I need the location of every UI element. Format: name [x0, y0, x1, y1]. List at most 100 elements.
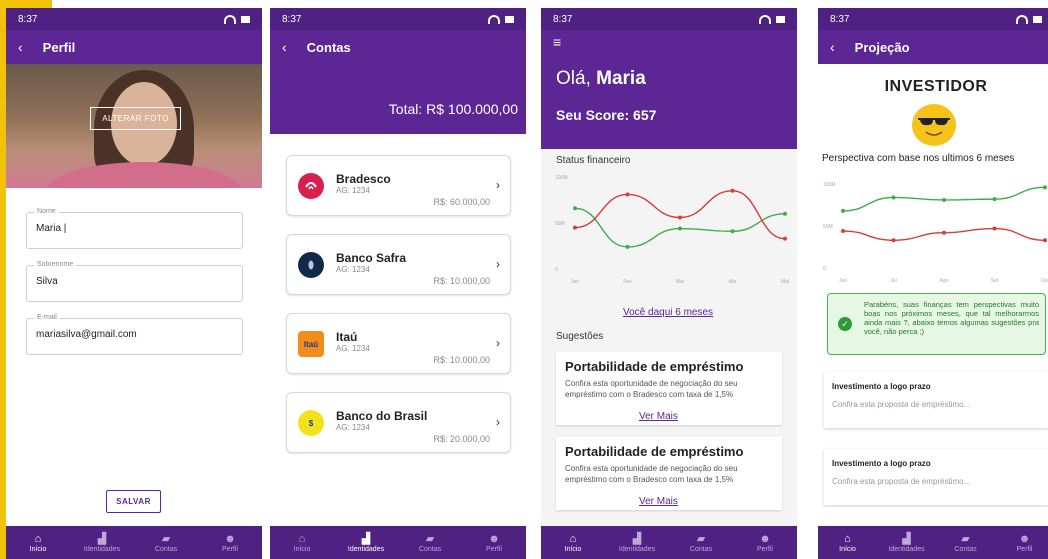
x-tick-label: Out: [1041, 278, 1048, 284]
bank-balance: R$: 10.000,00: [433, 276, 490, 286]
x-tick-label: Jul: [890, 278, 896, 284]
nav-accounts[interactable]: ▰ Contas: [936, 533, 995, 553]
book-icon: ▰: [161, 532, 171, 545]
bank-card-bradesco[interactable]: Bradesco AG: 1234 R$: 60.000,00 ›: [286, 155, 511, 216]
building-icon: ▟: [902, 532, 911, 545]
name-label: Nome: [34, 208, 59, 215]
nav-identities[interactable]: ▟ Identidades: [334, 533, 398, 553]
nav-accounts[interactable]: ▰ Contas: [134, 533, 198, 553]
name-field[interactable]: Nome Maria |: [26, 208, 243, 249]
y-tick-label: 100M: [555, 175, 568, 181]
email-field[interactable]: E-mail mariasilva@gmail.com: [26, 314, 243, 355]
data-point: [1043, 238, 1047, 243]
see-more-link[interactable]: Ver Mais: [639, 411, 678, 422]
home-icon: ⌂: [34, 532, 42, 545]
app-bar: ‹ Projeção: [818, 30, 1048, 64]
nav-home[interactable]: ⌂ Início: [270, 533, 334, 553]
home-screen: 8:37 ≡ Olá, Maria Seu Score: 657 Status …: [541, 8, 797, 559]
back-arrow-icon[interactable]: ‹: [282, 39, 287, 55]
nav-identities[interactable]: ▟ Identidades: [70, 533, 134, 553]
x-tick-label: Jun: [839, 278, 847, 284]
bank-card-itau[interactable]: Itaú Itaú AG: 1234 R$: 10.000,00 ›: [286, 313, 511, 374]
chevron-right-icon: ›: [496, 415, 500, 429]
back-arrow-icon[interactable]: ‹: [18, 39, 23, 55]
chevron-right-icon: ›: [496, 336, 500, 350]
bottom-nav: ⌂ Início ▟ Identidades ▰ Contas ☻ Perfil: [270, 526, 526, 559]
investment-text: Confira esta proposta de empréstimo...: [832, 477, 971, 486]
wifi-icon: [759, 14, 771, 24]
bank-agency: AG: 1234: [336, 344, 370, 353]
nav-home[interactable]: ⌂ Início: [541, 533, 605, 553]
nav-home[interactable]: ⌂ Início: [6, 533, 70, 553]
nav-identities-label: Identidades: [888, 545, 925, 553]
bank-name: Banco Safra: [336, 251, 407, 265]
save-button[interactable]: SALVAR: [106, 490, 161, 513]
suggestions-title: Sugestões: [556, 331, 604, 342]
status-bar: 8:37: [541, 8, 797, 30]
back-arrow-icon[interactable]: ‹: [830, 39, 835, 55]
building-icon: ▟: [632, 532, 642, 545]
x-tick-label: Abr: [729, 279, 737, 285]
nav-profile-label: Perfil: [222, 545, 238, 553]
y-tick-label: 0: [823, 266, 826, 272]
nav-accounts-label: Contas: [418, 545, 442, 553]
suggestion-text: Confira esta oportunidade de negociação …: [565, 379, 738, 399]
nav-profile-label: Perfil: [757, 545, 773, 553]
nav-home[interactable]: ⌂ Início: [818, 533, 877, 553]
investment-card[interactable]: Investimento a logo prazo Confira esta p…: [824, 372, 1048, 428]
user-icon: ☻: [759, 532, 771, 545]
data-point: [992, 226, 997, 231]
email-label: E-mail: [34, 314, 60, 321]
bottom-nav: ⌂ Início ▟ Identidades ▰ Contas ☻ Perfil: [6, 526, 262, 559]
book-icon: ▰: [425, 532, 435, 545]
bank-agency: AG: 1234: [336, 186, 370, 195]
wifi-icon: [488, 14, 500, 24]
x-tick-label: Mar: [676, 279, 685, 285]
nav-identities[interactable]: ▟ Identidades: [605, 533, 669, 553]
nav-profile-label: Perfil: [486, 545, 502, 553]
home-body: Status financeiro 0 50M 100M Jan Fev Mar Abr Ma…: [541, 149, 797, 559]
data-point: [573, 225, 577, 230]
nav-profile[interactable]: ☻ Perfil: [733, 533, 797, 553]
bank-card-bb[interactable]: $ Banco do Brasil AG: 1234 R$: 20.000,00…: [286, 392, 511, 453]
home-icon: ⌂: [844, 532, 851, 545]
nav-profile[interactable]: ☻ Perfil: [462, 533, 526, 553]
suggestion-card[interactable]: Portabilidade de empréstimo Confira esta…: [556, 352, 782, 425]
suggestion-title: Portabilidade de empréstimo: [565, 359, 744, 374]
status-time: 8:37: [553, 13, 573, 25]
itau-logo-icon: Itaú: [298, 331, 324, 357]
projection-chart: 0 50M 100M Jun Jul Ago Set Out: [823, 182, 1048, 284]
investment-title: Investimento a logo prazo: [832, 382, 931, 391]
menu-icon[interactable]: ≡: [553, 34, 561, 50]
status-time: 8:37: [830, 13, 850, 25]
suggestion-card[interactable]: Portabilidade de empréstimo Confira esta…: [556, 437, 782, 510]
bank-card-safra[interactable]: Banco Safra AG: 1234 R$: 10.000,00 ›: [286, 234, 511, 295]
chevron-right-icon: ›: [496, 178, 500, 192]
data-point: [625, 244, 630, 249]
nav-profile[interactable]: ☻ Perfil: [198, 533, 262, 553]
bank-name: Bradesco: [336, 172, 391, 186]
sunglasses-emoji-icon: [912, 104, 956, 146]
suggestion-title: Portabilidade de empréstimo: [565, 444, 744, 459]
investment-card[interactable]: Investimento a logo prazo Confira esta p…: [824, 449, 1048, 505]
surname-label: Sobrenome: [34, 261, 77, 268]
surname-field[interactable]: Sobrenome Silva: [26, 261, 243, 302]
nav-profile[interactable]: ☻ Perfil: [995, 533, 1048, 553]
bradesco-logo-icon: [298, 173, 324, 199]
nav-home-label: Início: [839, 545, 856, 553]
status-chart: 0 50M 100M Jan Fev Mar Abr Mai: [555, 175, 789, 285]
change-photo-button[interactable]: ALTERAR FOTO: [90, 107, 181, 130]
see-more-link[interactable]: Ver Mais: [639, 496, 678, 507]
nav-accounts[interactable]: ▰ Contas: [669, 533, 733, 553]
y-tick-label: 50M: [823, 224, 833, 230]
data-point: [730, 229, 735, 234]
user-icon: ☻: [1018, 532, 1031, 545]
surname-value: Silva: [36, 276, 58, 287]
status-bar: 8:37: [270, 8, 526, 30]
battery-icon: [505, 15, 514, 23]
nav-identities[interactable]: ▟ Identidades: [877, 533, 936, 553]
nav-accounts[interactable]: ▰ Contas: [398, 533, 462, 553]
data-point: [573, 206, 577, 211]
investment-text: Confira esta proposta de empréstimo...: [832, 400, 971, 409]
future-link[interactable]: Você daqui 6 meses: [623, 307, 713, 318]
